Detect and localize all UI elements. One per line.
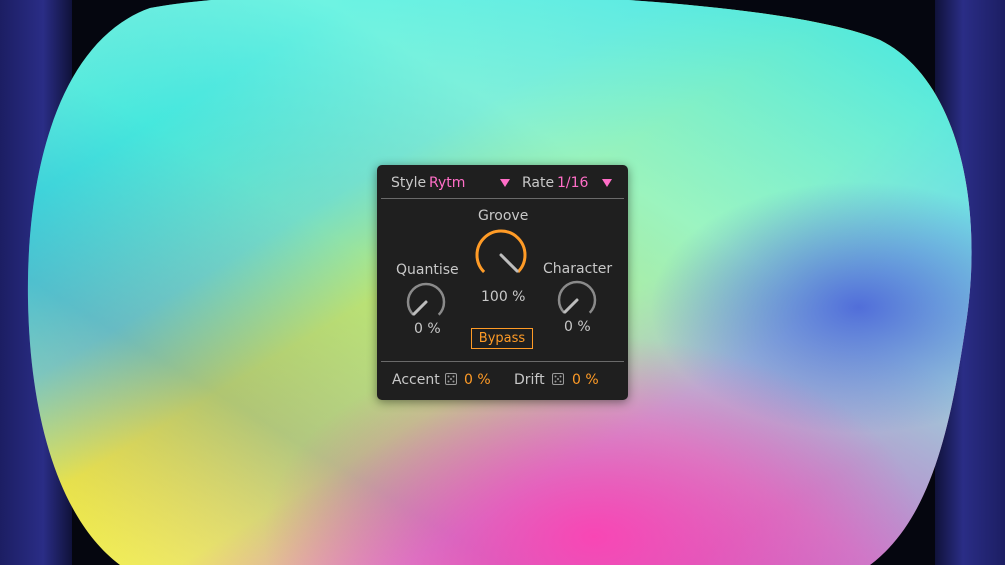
footer-divider [381,361,624,362]
knob-needle [412,300,428,316]
character-knob[interactable] [555,278,599,322]
rate-label: Rate [522,175,555,191]
quantise-knob[interactable] [404,280,448,324]
bypass-button[interactable]: Bypass [471,328,533,349]
groove-knob[interactable] [472,226,530,284]
style-value[interactable]: Rytm [429,175,465,191]
accent-dice-icon[interactable] [445,373,457,385]
device-header: Style Rytm Rate 1/16 [377,165,628,198]
character-label: Character [543,261,613,277]
knob-track [557,280,597,314]
accent-value[interactable]: 0 % [464,372,491,388]
groove-label: Groove [478,208,529,224]
drift-value[interactable]: 0 % [572,372,599,388]
drift-label: Drift [514,372,545,388]
header-divider [381,198,624,199]
rate-value[interactable]: 1/16 [557,175,588,191]
drift-dice-icon[interactable] [552,373,564,385]
knob-value-arc [475,229,527,274]
quantise-value: 0 % [414,321,441,337]
style-label: Style [391,175,427,191]
character-value: 0 % [564,319,591,335]
rate-dropdown-icon[interactable] [602,179,612,187]
quantise-label: Quantise [396,262,459,278]
accent-label: Accent [392,372,440,388]
knob-track [406,282,446,316]
groove-device-panel: Style Rytm Rate 1/16 Groove 100 % Quanti… [377,165,628,400]
style-dropdown-icon[interactable] [500,179,510,187]
knob-needle [499,253,519,273]
groove-value: 100 % [481,289,526,305]
knob-needle [563,298,579,314]
